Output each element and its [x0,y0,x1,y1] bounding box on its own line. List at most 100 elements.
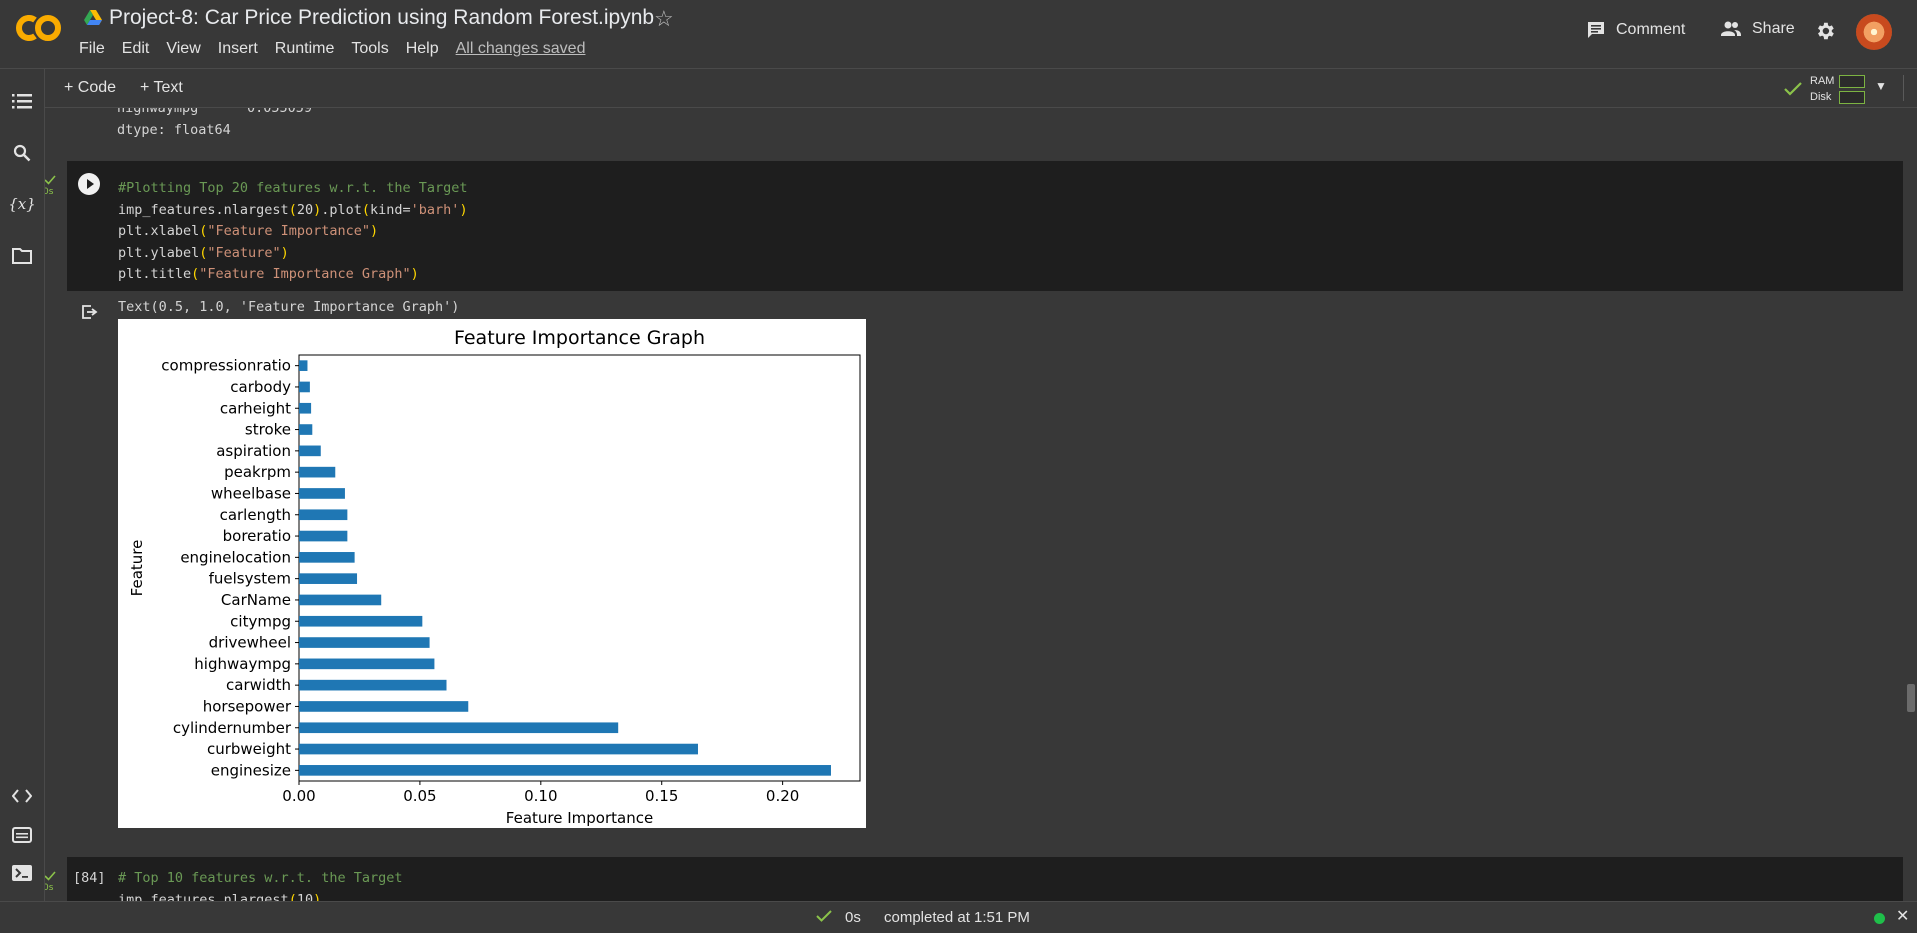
add-code-button[interactable]: + Code [64,79,116,97]
ram-bar [1839,75,1865,88]
comment-icon [1588,22,1604,38]
y-tick-label: highwaympg [194,655,291,673]
cell-code[interactable]: #Plotting Top 20 features w.r.t. the Tar… [118,178,468,286]
star-icon[interactable]: ☆ [654,6,674,32]
command-palette-icon[interactable] [10,823,34,847]
y-tick-label: enginesize [211,761,291,779]
gear-icon[interactable] [1814,20,1836,42]
bar-compressionratio [299,360,308,371]
bar-citympg [299,615,423,627]
share-button[interactable]: Share [1720,20,1795,38]
code-comment: # Top 10 features w.r.t. the Target [118,870,403,886]
save-status[interactable]: All changes saved [456,40,586,58]
y-tick-label: carheight [220,399,291,417]
bar-carwidth [299,679,447,691]
menu-edit[interactable]: Edit [122,40,150,58]
bar-drivewheel [299,637,430,648]
code-line: imp_features.nlargest(20).plot(kind='bar… [118,201,468,218]
y-tick-label: carlength [220,506,291,524]
bar-highwaympg [299,658,435,670]
toc-icon[interactable] [10,89,34,113]
bar-carheight [299,402,312,414]
bar-peakrpm [299,466,336,478]
cell-code[interactable]: # Top 10 features w.r.t. the Target imp_f… [118,868,402,901]
bar-wheelbase [299,488,345,499]
chevron-down-icon[interactable]: ▼ [1875,79,1887,93]
bar-stroke [299,424,313,435]
x-tick-label: 0.05 [403,787,436,805]
y-tick-label: curbweight [207,740,291,758]
y-tick-label: horsepower [203,697,292,715]
search-icon[interactable] [10,141,34,165]
execution-count: [84] [73,870,106,886]
y-tick-label: aspiration [216,442,291,460]
files-icon[interactable] [10,244,34,268]
ram-label: RAM [1810,75,1835,87]
menu-help[interactable]: Help [406,40,439,58]
bar-enginesize [299,765,831,776]
toolbar-divider [1903,75,1904,101]
resource-monitor[interactable]: RAM Disk [1780,72,1890,106]
code-snippets-icon[interactable] [10,784,34,808]
cell-exec-time: 0s [45,883,54,893]
add-text-button[interactable]: + Text [140,79,183,97]
status-exec-time: 0s [845,909,861,926]
run-cell-button[interactable] [78,173,100,195]
code-line: plt.ylabel("Feature") [118,244,289,261]
menu-tools[interactable]: Tools [351,40,388,58]
bar-horsepower [299,701,469,712]
x-tick-label: 0.15 [645,787,678,805]
bar-cylindernumber [299,722,619,734]
y-tick-label: carbody [230,378,291,396]
avatar[interactable] [1856,14,1892,50]
disk-label: Disk [1810,91,1832,103]
status-check-icon [816,910,832,922]
previous-output-line: highwaympg 0.055059 [117,108,313,116]
bar-CarName [299,594,382,606]
output-menu-icon[interactable] [81,304,99,320]
menu-runtime[interactable]: Runtime [275,40,335,58]
code-line: #Plotting Top 20 features w.r.t. the Tar… [118,178,468,200]
play-icon [87,179,94,189]
notebook-title[interactable]: Project-8: Car Price Prediction using Ra… [109,6,654,30]
y-tick-label: peakrpm [224,463,291,481]
code-line: plt.xlabel("Feature Importance") [118,223,379,239]
variables-icon[interactable]: {x} [8,192,36,216]
y-tick-label: drivewheel [209,634,291,652]
terminal-icon[interactable] [10,861,34,885]
menu-file[interactable]: File [79,40,105,58]
y-tick-label: boreratio [223,527,291,545]
y-tick-label: carwidth [226,676,291,694]
colab-logo[interactable] [14,12,64,44]
y-tick-label: stroke [245,421,291,439]
drive-icon[interactable] [84,10,102,26]
y-tick-label: citympg [230,612,291,630]
menu-bar: File Edit View Insert Runtime Tools Help… [79,40,602,58]
y-tick-label: CarName [221,591,291,609]
bar-carlength [299,509,348,521]
notebook-toolbar: + Code + Text RAM Disk ▼ [45,69,1917,108]
x-axis-label: Feature Importance [506,809,653,827]
bar-fuelsystem [299,573,358,584]
bar-aspiration [299,445,321,457]
scrollbar-thumb[interactable] [1907,684,1915,712]
connected-check-icon [1784,82,1802,96]
menu-view[interactable]: View [166,40,200,58]
y-tick-label: compressionratio [161,357,291,375]
status-bar: 0s completed at 1:51 PM ✕ [0,901,1917,933]
bar-boreratio [299,530,348,542]
cell-exec-time: 0s [45,187,54,197]
people-icon [1721,21,1741,36]
previous-output-dtype: dtype: float64 [117,121,231,138]
menu-insert[interactable]: Insert [218,40,258,58]
x-tick-label: 0.20 [766,787,799,805]
chart-title: Feature Importance Graph [454,327,705,349]
comment-button[interactable]: Comment [1586,20,1685,40]
y-tick-label: enginelocation [180,548,291,566]
chart-svg: enginesize curbweight cylindernumber horsep… [128,327,861,827]
code-line: imp_features.nlargest(10) [118,891,322,902]
notebook-area: highwaympg 0.055059 dtype: float64 0s #Pl… [45,108,1917,901]
previous-output: highwaympg 0.055059 dtype: float64 [117,108,312,141]
status-completed-text[interactable]: completed at 1:51 PM [884,909,1030,926]
close-icon[interactable]: ✕ [1896,906,1909,926]
